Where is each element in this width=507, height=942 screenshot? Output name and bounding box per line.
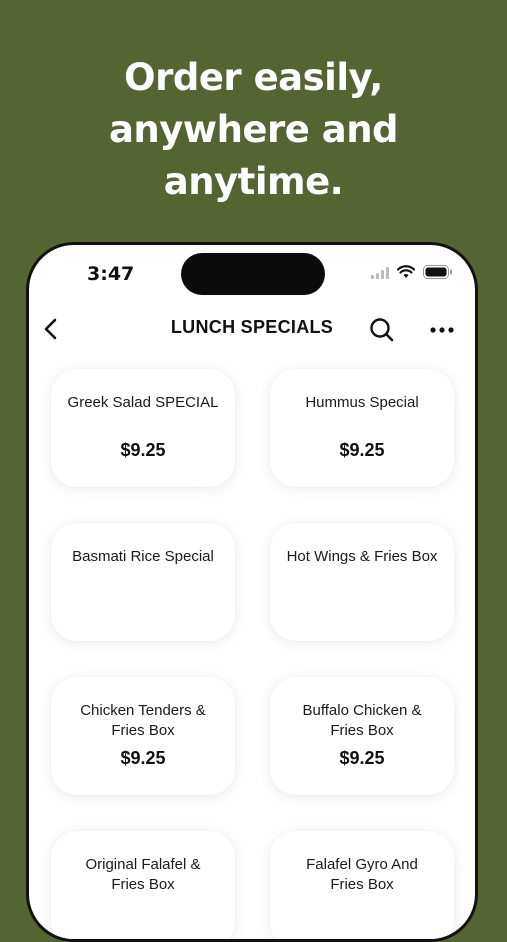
menu-item-card[interactable]: Chicken Tenders & Fries Box $9.25 <box>51 677 235 795</box>
item-name: Buffalo Chicken & Fries Box <box>302 702 422 739</box>
phone-frame: 3:47 LUNCH SPECIALS Greek Salad SPECIAL … <box>26 242 478 942</box>
item-price: $9.25 <box>120 440 166 460</box>
page-title: LUNCH SPECIALS <box>170 317 334 337</box>
item-name: Greek Salad SPECIAL <box>67 394 219 411</box>
promo-headline: Order easily, anywhere and anytime. <box>0 52 507 208</box>
headline-line-3: anytime. <box>163 160 344 203</box>
item-name: Basmati Rice Special <box>72 548 214 565</box>
item-price: $9.25 <box>339 440 385 460</box>
navbar: LUNCH SPECIALS <box>29 307 475 351</box>
wifi-icon <box>396 265 416 284</box>
more-button[interactable] <box>427 315 457 345</box>
menu-item-card[interactable]: Hummus Special $9.25 <box>270 369 454 487</box>
menu-item-card[interactable]: Original Falafel & Fries Box <box>51 831 235 939</box>
signal-icon <box>371 266 389 284</box>
item-name: Chicken Tenders & Fries Box <box>80 702 206 739</box>
battery-icon <box>423 265 453 284</box>
menu-item-card[interactable]: Basmati Rice Special <box>51 523 235 641</box>
status-time: 3:47 <box>87 263 135 285</box>
item-name: Hummus Special <box>305 394 419 411</box>
more-dots-icon <box>430 327 454 333</box>
item-name: Falafel Gyro And Fries Box <box>306 856 418 893</box>
headline-line-1: Order easily, <box>124 56 383 99</box>
search-icon <box>370 318 394 342</box>
item-price: $9.25 <box>120 748 166 768</box>
item-name: Hot Wings & Fries Box <box>286 548 438 565</box>
status-icons <box>371 265 453 284</box>
menu-item-card[interactable]: Buffalo Chicken & Fries Box $9.25 <box>270 677 454 795</box>
headline-line-2: anywhere and <box>108 108 399 151</box>
dynamic-island <box>181 253 325 295</box>
menu-item-card[interactable]: Hot Wings & Fries Box <box>270 523 454 641</box>
menu-item-card[interactable]: Falafel Gyro And Fries Box <box>270 831 454 939</box>
search-button[interactable] <box>367 315 397 345</box>
menu-item-card[interactable]: Greek Salad SPECIAL $9.25 <box>51 369 235 487</box>
item-price: $9.25 <box>339 748 385 768</box>
item-name: Original Falafel & Fries Box <box>85 856 201 893</box>
